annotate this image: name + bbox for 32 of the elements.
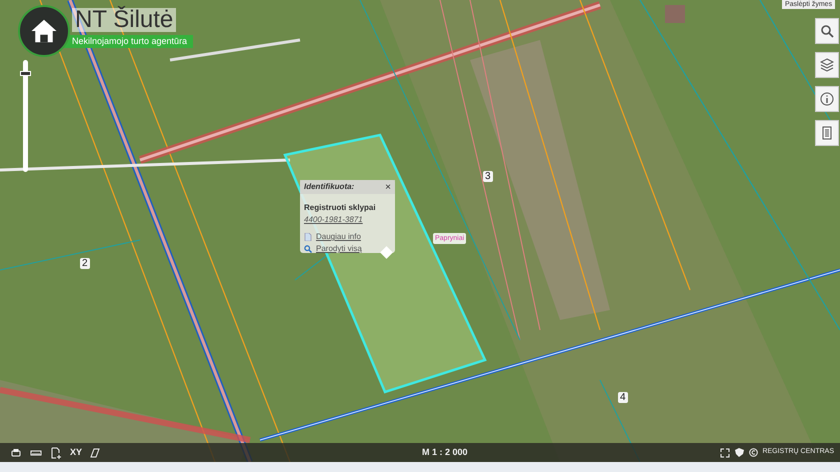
print-icon <box>10 446 22 458</box>
layers-button[interactable] <box>815 52 839 78</box>
add-page-icon <box>50 446 62 458</box>
zoom-slider[interactable] <box>23 60 28 172</box>
fullscreen-icon[interactable] <box>720 448 730 458</box>
parcel-number: 2 <box>80 258 90 269</box>
search-icon <box>304 245 312 253</box>
document-button[interactable] <box>815 120 839 146</box>
document-icon <box>820 126 834 140</box>
parcel-number: 4 <box>618 392 628 403</box>
search-button[interactable] <box>815 18 839 44</box>
copyright-icon <box>749 448 758 457</box>
more-info-link[interactable]: Daugiau info <box>316 231 361 243</box>
building <box>665 5 685 23</box>
info-icon <box>820 92 834 106</box>
popup-title: Identifikuota: <box>304 181 354 193</box>
parcel-id-link[interactable]: 4400-1981-3871 <box>304 214 363 226</box>
search-icon <box>820 24 834 38</box>
popup-heading: Registruoti sklypai <box>304 202 377 214</box>
map-shape-icon <box>734 448 746 457</box>
eraser-icon <box>90 448 100 458</box>
zoom-handle[interactable] <box>20 70 31 76</box>
info-button[interactable] <box>815 86 839 112</box>
document-icon <box>304 233 312 241</box>
show-all-link[interactable]: Parodyti visą <box>316 243 362 255</box>
logo-subtitle: Nekilnojamojo turto agentūra <box>62 35 194 48</box>
coordinates-button[interactable]: XY <box>66 446 86 460</box>
close-button[interactable]: × <box>385 181 391 193</box>
map-scale: M 1 : 2 000 <box>422 446 468 459</box>
logo-title: NT Šilutė <box>72 8 176 32</box>
layers-icon <box>820 58 834 72</box>
parcel-number: 3 <box>483 171 493 182</box>
